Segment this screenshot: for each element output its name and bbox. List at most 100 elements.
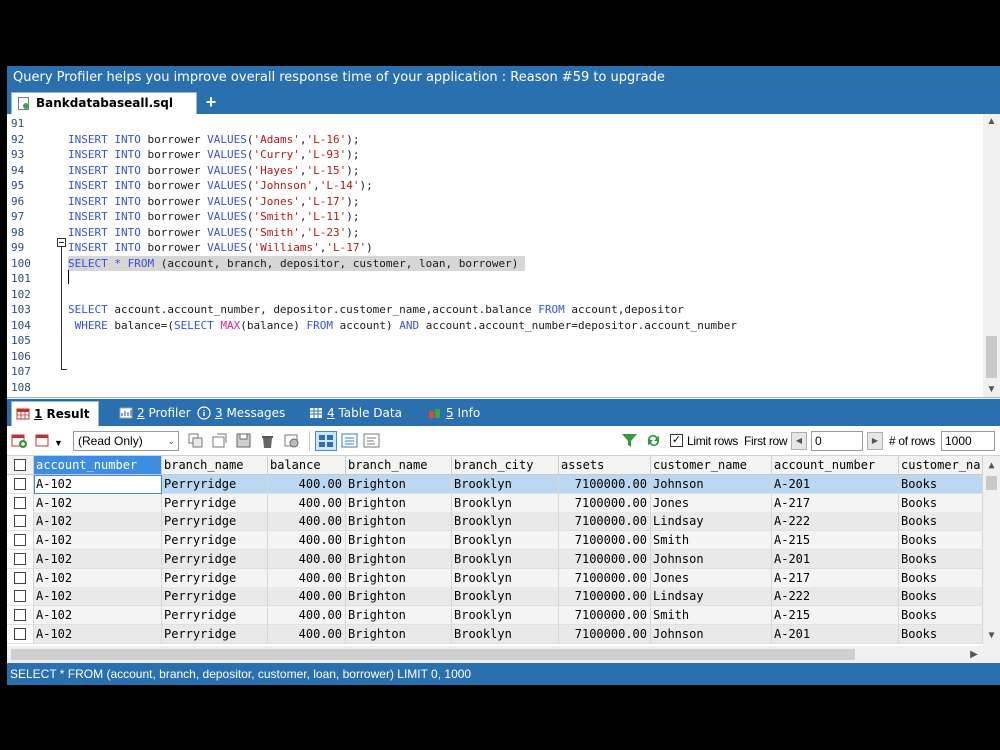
read-only-dropdown[interactable]: (Read Only) ⌄: [73, 431, 179, 451]
row-selector[interactable]: [7, 568, 34, 588]
row-selector[interactable]: [7, 475, 34, 494]
table-cell[interactable]: A-222: [772, 512, 899, 532]
table-cell[interactable]: Smith: [651, 531, 772, 551]
table-cell[interactable]: 400.00: [268, 531, 346, 551]
row-checkbox[interactable]: [14, 534, 26, 547]
promo-banner[interactable]: Query Profiler helps you improve overall…: [7, 66, 1000, 90]
table-cell[interactable]: 400.00: [268, 605, 346, 625]
column-header[interactable]: branch_name: [162, 456, 268, 475]
chevron-down-icon[interactable]: ▼: [983, 628, 1000, 644]
select-all-header[interactable]: [7, 456, 34, 475]
duplicate-row-icon[interactable]: [211, 432, 228, 449]
row-checkbox[interactable]: [14, 478, 26, 490]
table-cell[interactable]: 7100000.00: [559, 549, 651, 569]
add-tab-button[interactable]: +: [203, 90, 219, 114]
table-cell[interactable]: Brighton: [346, 531, 452, 551]
limit-rows-checkbox[interactable]: ✓: [670, 434, 683, 447]
table-cell[interactable]: Books: [899, 568, 983, 588]
column-header[interactable]: branch_city: [452, 456, 559, 475]
table-cell[interactable]: Jones: [651, 493, 772, 513]
row-selector[interactable]: [7, 531, 34, 551]
chevron-up-icon[interactable]: ▲: [983, 458, 1000, 474]
table-cell[interactable]: Smith: [651, 605, 772, 625]
first-row-input[interactable]: 0: [811, 431, 863, 451]
table-cell[interactable]: A-102: [34, 549, 162, 569]
table-cell[interactable]: Perryridge: [162, 512, 268, 532]
row-checkbox[interactable]: [14, 552, 26, 565]
table-cell[interactable]: Brooklyn: [452, 568, 559, 588]
add-row-icon[interactable]: [11, 432, 28, 449]
table-cell[interactable]: Lindsay: [651, 512, 772, 532]
table-cell[interactable]: Books: [899, 512, 983, 532]
next-page-button[interactable]: ▶: [867, 432, 883, 450]
scrollbar-thumb[interactable]: [11, 649, 855, 660]
result-tab-2[interactable]: 2 Profiler: [115, 401, 191, 426]
table-cell[interactable]: Books: [899, 624, 983, 644]
table-cell[interactable]: Brooklyn: [452, 587, 559, 607]
row-selector[interactable]: [7, 493, 34, 513]
table-cell[interactable]: Brighton: [346, 549, 452, 569]
row-checkbox[interactable]: [14, 608, 26, 621]
grid-view-icon[interactable]: [315, 431, 337, 451]
table-cell[interactable]: Perryridge: [162, 587, 268, 607]
select-all-checkbox[interactable]: [14, 459, 26, 471]
table-cell[interactable]: 7100000.00: [559, 624, 651, 644]
table-cell[interactable]: 400.00: [268, 512, 346, 532]
chevron-up-icon[interactable]: ▲: [983, 114, 1000, 130]
refresh-grid-icon[interactable]: [283, 432, 300, 449]
column-header[interactable]: account_number: [772, 456, 899, 475]
table-cell[interactable]: Johnson: [651, 475, 772, 494]
table-cell[interactable]: Books: [899, 493, 983, 513]
query-editor[interactable]: INSERT INTO borrower VALUES('Adams','L-1…: [7, 114, 1000, 398]
table-cell[interactable]: 7100000.00: [559, 531, 651, 551]
table-cell[interactable]: A-201: [772, 624, 899, 644]
table-cell[interactable]: A-102: [34, 568, 162, 588]
table-cell[interactable]: Brooklyn: [452, 531, 559, 551]
table-cell[interactable]: 400.00: [268, 568, 346, 588]
row-selector[interactable]: [7, 549, 34, 569]
column-header[interactable]: balance: [268, 456, 346, 475]
row-selector[interactable]: [7, 587, 34, 607]
table-cell[interactable]: A-102: [34, 624, 162, 644]
table-cell[interactable]: Brighton: [346, 475, 452, 494]
table-cell[interactable]: A-222: [772, 587, 899, 607]
scrollbar-thumb[interactable]: [986, 336, 997, 378]
grid-horizontal-scrollbar[interactable]: ▶: [7, 646, 1000, 663]
table-cell[interactable]: Books: [899, 587, 983, 607]
row-checkbox[interactable]: [14, 515, 26, 528]
column-header[interactable]: account_number: [34, 456, 162, 475]
table-cell[interactable]: 400.00: [268, 475, 346, 494]
table-cell[interactable]: Perryridge: [162, 568, 268, 588]
table-cell[interactable]: Johnson: [651, 624, 772, 644]
result-tab-1[interactable]: 1 Result: [11, 401, 99, 426]
column-header[interactable]: assets: [559, 456, 651, 475]
row-selector[interactable]: [7, 512, 34, 532]
table-cell[interactable]: 7100000.00: [559, 587, 651, 607]
table-cell[interactable]: Books: [899, 549, 983, 569]
table-cell[interactable]: Brighton: [346, 624, 452, 644]
table-cell[interactable]: Brooklyn: [452, 512, 559, 532]
column-header[interactable]: customer_na: [899, 456, 983, 475]
table-cell[interactable]: 7100000.00: [559, 475, 651, 494]
table-cell[interactable]: Brooklyn: [452, 549, 559, 569]
row-checkbox[interactable]: [14, 627, 26, 640]
table-cell[interactable]: Books: [899, 605, 983, 625]
table-cell[interactable]: Brighton: [346, 512, 452, 532]
table-cell[interactable]: A-217: [772, 493, 899, 513]
table-cell[interactable]: 400.00: [268, 549, 346, 569]
table-cell[interactable]: Brooklyn: [452, 493, 559, 513]
table-cell[interactable]: 7100000.00: [559, 568, 651, 588]
row-selector[interactable]: [7, 624, 34, 644]
fold-collapse-icon[interactable]: [57, 238, 66, 247]
table-cell[interactable]: Brooklyn: [452, 624, 559, 644]
table-cell[interactable]: 7100000.00: [559, 512, 651, 532]
refresh-icon[interactable]: [645, 432, 662, 449]
table-cell[interactable]: A-102: [34, 531, 162, 551]
table-cell[interactable]: 400.00: [268, 624, 346, 644]
table-cell[interactable]: A-102: [34, 475, 162, 494]
chevron-down-icon[interactable]: ▼: [983, 382, 1000, 397]
table-cell[interactable]: A-102: [34, 493, 162, 513]
table-cell[interactable]: Perryridge: [162, 475, 268, 494]
table-cell[interactable]: A-201: [772, 475, 899, 494]
table-cell[interactable]: Brooklyn: [452, 605, 559, 625]
